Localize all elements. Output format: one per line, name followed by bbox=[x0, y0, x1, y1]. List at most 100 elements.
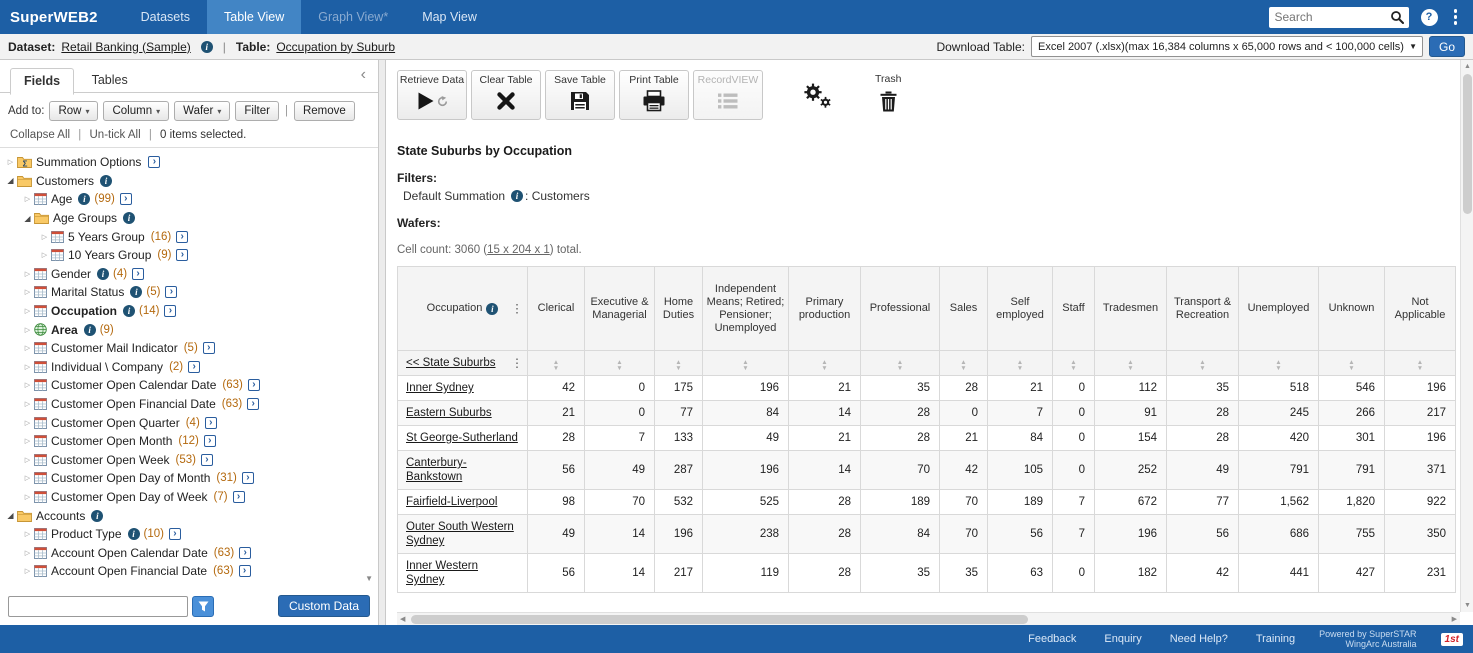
add-to-row-select[interactable]: Row▾ bbox=[49, 101, 98, 121]
sort-icon[interactable]: ▲▼ bbox=[1127, 360, 1133, 372]
tree-item-label[interactable]: Account Open Calendar Date bbox=[51, 546, 208, 560]
expand-field-arrow-icon[interactable]: › bbox=[203, 342, 215, 354]
sort-icon[interactable]: ▲▼ bbox=[960, 360, 966, 372]
info-icon[interactable]: i bbox=[486, 303, 498, 315]
sort-cell-sales[interactable]: ▲▼ bbox=[940, 351, 988, 376]
info-icon[interactable]: i bbox=[84, 324, 96, 336]
tree-item-label[interactable]: Customer Open Day of Week bbox=[51, 490, 208, 504]
tree-item-5-years-group[interactable]: ▷5 Years Group(16)› bbox=[0, 227, 378, 246]
tree-item-summation-options[interactable]: ▷ΣSummation Options› bbox=[0, 153, 378, 172]
row-header-cell[interactable]: Inner Western Sydney bbox=[398, 554, 528, 593]
tree-item-individual-company[interactable]: ▷Individual \ Company(2)› bbox=[0, 358, 378, 377]
tree-item-age-groups[interactable]: ◢Age Groupsi bbox=[0, 209, 378, 228]
clear-table-button[interactable]: Clear Table bbox=[471, 70, 541, 120]
sort-icon[interactable]: ▲▼ bbox=[1199, 360, 1205, 372]
expand-node-icon[interactable]: ▷ bbox=[21, 400, 34, 408]
tree-item-label[interactable]: Marital Status bbox=[51, 285, 124, 299]
row-header-cell[interactable]: Fairfield-Liverpool bbox=[398, 490, 528, 515]
scroll-down-icon[interactable]: ▼ bbox=[1464, 602, 1471, 609]
expand-node-icon[interactable]: ▷ bbox=[21, 363, 34, 371]
row-header-cell[interactable]: Eastern Suburbs bbox=[398, 401, 528, 426]
sort-cell-transport-recreation[interactable]: ▲▼ bbox=[1167, 351, 1239, 376]
tree-item-label[interactable]: Gender bbox=[51, 267, 91, 281]
tree-item-label[interactable]: Customer Open Quarter bbox=[51, 416, 180, 430]
tree-item-customer-open-month[interactable]: ▷Customer Open Month(12)› bbox=[0, 432, 378, 451]
sort-cell-unknown[interactable]: ▲▼ bbox=[1319, 351, 1385, 376]
expand-node-icon[interactable]: ▷ bbox=[4, 158, 17, 166]
tree-item-customer-open-day-of-week[interactable]: ▷Customer Open Day of Week(7)› bbox=[0, 488, 378, 507]
sort-icon[interactable]: ▲▼ bbox=[1275, 360, 1281, 372]
sort-icon[interactable]: ▲▼ bbox=[1348, 360, 1354, 372]
dataset-link[interactable]: Retail Banking (Sample) bbox=[61, 40, 190, 54]
expand-field-arrow-icon[interactable]: › bbox=[148, 156, 160, 168]
tree-item-label[interactable]: Occupation bbox=[51, 304, 117, 318]
row-label-link[interactable]: Inner Sydney bbox=[406, 381, 474, 395]
scroll-left-icon[interactable]: ◀ bbox=[400, 616, 405, 623]
tree-item-label[interactable]: Customer Open Day of Month bbox=[51, 471, 210, 485]
column-header-professional[interactable]: Professional bbox=[861, 267, 940, 351]
column-header-transport-recreation[interactable]: Transport & Recreation bbox=[1167, 267, 1239, 351]
expand-field-arrow-icon[interactable]: › bbox=[233, 491, 245, 503]
help-button[interactable]: ? bbox=[1421, 9, 1438, 26]
expand-field-arrow-icon[interactable]: › bbox=[201, 454, 213, 466]
expand-node-icon[interactable]: ▷ bbox=[21, 549, 34, 557]
tree-item-marital-status[interactable]: ▷Marital Statusi(5)› bbox=[0, 283, 378, 302]
sort-cell-primary-production[interactable]: ▲▼ bbox=[789, 351, 861, 376]
trash-button[interactable]: Trash bbox=[875, 70, 901, 113]
tree-item-label[interactable]: Accounts bbox=[36, 509, 85, 523]
sort-cell-not-applicable[interactable]: ▲▼ bbox=[1385, 351, 1456, 376]
tree-item-label[interactable]: Customers bbox=[36, 174, 94, 188]
sort-cell-independent-means-retired-pensioner-unemployed[interactable]: ▲▼ bbox=[703, 351, 789, 376]
tree-item-gender[interactable]: ▷Genderi(4)› bbox=[0, 265, 378, 284]
tree-item-label[interactable]: Summation Options bbox=[36, 155, 141, 169]
overflow-menu-icon[interactable] bbox=[1450, 7, 1462, 27]
expand-node-icon[interactable]: ▷ bbox=[21, 270, 34, 278]
row-dimension-cell[interactable]: << State Suburbs⋮ bbox=[398, 351, 528, 376]
download-format-select[interactable]: Excel 2007 (.xlsx)(max 16,384 columns x … bbox=[1031, 36, 1423, 57]
expand-field-arrow-icon[interactable]: › bbox=[164, 305, 176, 317]
collapse-node-icon[interactable]: ◢ bbox=[4, 511, 17, 520]
expand-field-arrow-icon[interactable]: › bbox=[176, 249, 188, 261]
sort-icon[interactable]: ▲▼ bbox=[1017, 360, 1023, 372]
tree-item-label[interactable]: Age Groups bbox=[53, 211, 117, 225]
tree-item-label[interactable]: Customer Open Week bbox=[51, 453, 170, 467]
table-link[interactable]: Occupation by Suburb bbox=[276, 40, 395, 54]
tree-item-customer-open-day-of-month[interactable]: ▷Customer Open Day of Month(31)› bbox=[0, 469, 378, 488]
tree-item-label[interactable]: 5 Years Group bbox=[68, 230, 145, 244]
tree-item-label[interactable]: 10 Years Group bbox=[68, 248, 151, 262]
tree-item-customers[interactable]: ◢Customersi bbox=[0, 172, 378, 191]
sort-cell-tradesmen[interactable]: ▲▼ bbox=[1095, 351, 1167, 376]
column-header-primary-production[interactable]: Primary production bbox=[789, 267, 861, 351]
tree-item-label[interactable]: Customer Mail Indicator bbox=[51, 341, 178, 355]
expand-field-arrow-icon[interactable]: › bbox=[242, 472, 254, 484]
tree-item-product-type[interactable]: ▷Product Typei(10)› bbox=[0, 525, 378, 544]
footer-link-feedback[interactable]: Feedback bbox=[1028, 633, 1076, 645]
app-logo[interactable]: SuperWEB2 bbox=[0, 9, 124, 26]
tree-item-label[interactable]: Customer Open Month bbox=[51, 434, 172, 448]
vertical-scrollbar[interactable]: ▲ ▼ bbox=[1460, 60, 1473, 612]
tab-fields[interactable]: Fields bbox=[10, 68, 74, 95]
expand-node-icon[interactable]: ▷ bbox=[21, 288, 34, 296]
column-options-icon[interactable]: ⋮ bbox=[511, 302, 523, 315]
sort-cell-home-duties[interactable]: ▲▼ bbox=[655, 351, 703, 376]
row-dimension-link[interactable]: << State Suburbs bbox=[406, 357, 496, 369]
column-header-clerical[interactable]: Clerical bbox=[528, 267, 585, 351]
expand-field-arrow-icon[interactable]: › bbox=[169, 528, 181, 540]
tree-item-label[interactable]: Area bbox=[51, 323, 78, 337]
untick-all-link[interactable]: Un-tick All bbox=[90, 129, 141, 141]
column-header-unemployed[interactable]: Unemployed bbox=[1239, 267, 1319, 351]
expand-node-icon[interactable]: ▷ bbox=[21, 456, 34, 464]
info-icon[interactable]: i bbox=[100, 175, 112, 187]
field-search-input[interactable] bbox=[8, 596, 188, 617]
tree-item-label[interactable]: Customer Open Financial Date bbox=[51, 397, 216, 411]
scroll-down-icon[interactable]: ▼ bbox=[365, 574, 373, 583]
info-icon[interactable]: i bbox=[128, 528, 140, 540]
footer-link-need-help[interactable]: Need Help? bbox=[1170, 633, 1228, 645]
expand-field-arrow-icon[interactable]: › bbox=[188, 361, 200, 373]
sort-cell-clerical[interactable]: ▲▼ bbox=[528, 351, 585, 376]
tree-item-customer-open-financial-date[interactable]: ▷Customer Open Financial Date(63)› bbox=[0, 395, 378, 414]
sort-icon[interactable]: ▲▼ bbox=[1417, 360, 1423, 372]
expand-node-icon[interactable]: ▷ bbox=[21, 419, 34, 427]
row-label-link[interactable]: Canterbury-Bankstown bbox=[406, 456, 519, 484]
tree-item-label[interactable]: Individual \ Company bbox=[51, 360, 163, 374]
